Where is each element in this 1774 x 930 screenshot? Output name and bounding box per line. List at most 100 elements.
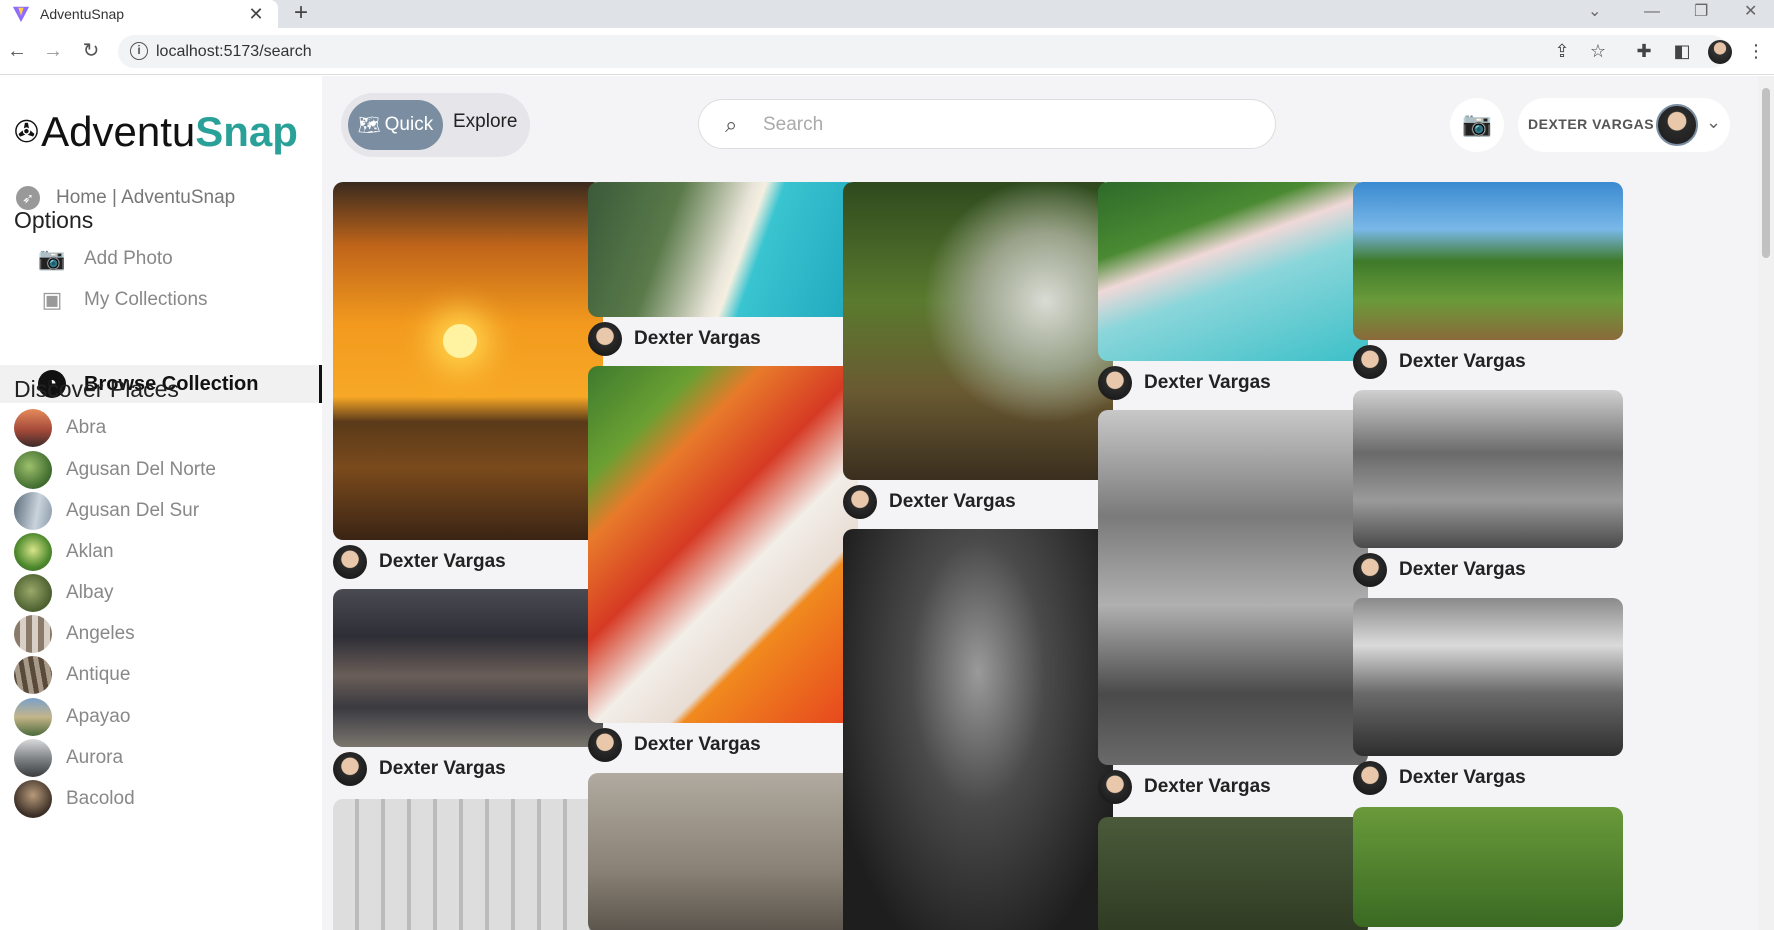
- author-name[interactable]: Dexter Vargas: [1399, 559, 1526, 581]
- site-info-icon[interactable]: i: [130, 42, 148, 60]
- photo-caption: Dexter Vargas: [1353, 548, 1623, 592]
- author-name[interactable]: Dexter Vargas: [379, 551, 506, 573]
- photo-card[interactable]: [1098, 817, 1368, 930]
- photo-card[interactable]: [843, 529, 1113, 930]
- photo-partial[interactable]: [1353, 807, 1623, 927]
- sidebar-item-label: Add Photo: [84, 248, 173, 269]
- address-bar[interactable]: i localhost:5173/search: [118, 35, 1728, 68]
- browser-profile-avatar[interactable]: [1708, 40, 1732, 64]
- add-photo-camera-button[interactable]: 📷: [1450, 98, 1504, 152]
- photo-card[interactable]: Dexter Vargas: [333, 589, 603, 791]
- restore-icon[interactable]: ❐: [1694, 0, 1708, 28]
- place-item-abra[interactable]: Abra: [14, 409, 106, 447]
- place-thumbnail: [14, 615, 52, 653]
- extensions-icon[interactable]: ✚: [1632, 39, 1656, 63]
- author-name[interactable]: Dexter Vargas: [1144, 372, 1271, 394]
- photo-sunset-kayaker[interactable]: [333, 182, 603, 540]
- photo-card[interactable]: Dexter Vargas: [1353, 182, 1623, 384]
- aperture-icon: ✇: [14, 115, 40, 149]
- photo-card[interactable]: Dexter Vargas: [1098, 182, 1368, 405]
- photo-card[interactable]: Dexter Vargas: [843, 182, 1113, 524]
- place-item-bacolod[interactable]: Bacolod: [14, 780, 135, 818]
- place-item-aurora[interactable]: Aurora: [14, 739, 123, 777]
- place-item-antique[interactable]: Antique: [14, 656, 130, 694]
- share-icon[interactable]: ⇪: [1550, 39, 1574, 63]
- explore-mode-button[interactable]: Explore: [453, 111, 517, 133]
- author-name[interactable]: Dexter Vargas: [1399, 351, 1526, 373]
- place-label: Abra: [66, 417, 107, 438]
- place-item-aklan[interactable]: Aklan: [14, 533, 114, 571]
- place-thumbnail: [14, 533, 52, 571]
- photo-market-vendor[interactable]: [1353, 598, 1623, 756]
- browser-tab[interactable]: AdventuSnap ✕: [0, 0, 278, 28]
- photo-beach-aerial[interactable]: [588, 182, 858, 317]
- photo-caption: Dexter Vargas: [588, 317, 858, 361]
- photo-group-photo[interactable]: [333, 589, 603, 747]
- place-item-apayao[interactable]: Apayao: [14, 698, 130, 736]
- photo-card[interactable]: Dexter Vargas: [588, 182, 858, 361]
- photo-partial[interactable]: [1098, 817, 1368, 930]
- photo-card[interactable]: Dexter Vargas: [1098, 410, 1368, 809]
- author-name[interactable]: Dexter Vargas: [1144, 776, 1271, 798]
- main-content: 🗺 Quick Explore ⌕ 📷 DEXTER VARGAS ⌄ D: [322, 76, 1758, 930]
- user-menu[interactable]: DEXTER VARGAS ⌄: [1518, 98, 1730, 152]
- photo-caption: Dexter Vargas: [1098, 765, 1368, 809]
- sidebar: ✇ Adventu Snap ➶ Home | AdventuSnap Optio…: [0, 76, 322, 930]
- browser-menu-icon[interactable]: ⋮: [1744, 39, 1768, 63]
- author-name[interactable]: Dexter Vargas: [1399, 767, 1526, 789]
- photo-vegetables[interactable]: [588, 366, 858, 723]
- photo-card[interactable]: [333, 799, 603, 930]
- forward-icon[interactable]: →: [38, 36, 68, 66]
- photo-card[interactable]: [588, 773, 858, 930]
- place-item-angeles[interactable]: Angeles: [14, 615, 135, 653]
- search-input[interactable]: [763, 112, 1243, 138]
- author-avatar: [1353, 761, 1387, 795]
- author-name[interactable]: Dexter Vargas: [634, 328, 761, 350]
- author-avatar: [333, 752, 367, 786]
- quick-mode-button[interactable]: 🗺 Quick: [348, 100, 443, 150]
- photo-jeepney-driver[interactable]: [1098, 410, 1368, 765]
- author-avatar: [333, 545, 367, 579]
- discover-places-heading: Discover Places: [14, 376, 179, 402]
- photo-card[interactable]: Dexter Vargas: [1353, 598, 1623, 800]
- author-name[interactable]: Dexter Vargas: [889, 491, 1016, 513]
- sidebar-item-my-collections[interactable]: ▣ My Collections: [38, 287, 208, 313]
- photo-man-making-fire[interactable]: [843, 182, 1113, 480]
- author-name[interactable]: Dexter Vargas: [379, 758, 506, 780]
- place-item-agusan-del-norte[interactable]: Agusan Del Norte: [14, 451, 216, 489]
- photo-pink-beach-aerial[interactable]: [1098, 182, 1368, 361]
- photo-card[interactable]: Dexter Vargas: [333, 182, 603, 584]
- tab-search-chevron-icon[interactable]: ⌄: [1588, 0, 1601, 28]
- bookmark-star-icon[interactable]: ☆: [1586, 39, 1610, 63]
- side-panel-icon[interactable]: ◧: [1670, 39, 1694, 63]
- photo-card[interactable]: Dexter Vargas: [588, 366, 858, 767]
- window-close-icon[interactable]: ✕: [1744, 0, 1757, 28]
- tab-title: AdventuSnap: [40, 6, 125, 22]
- tab-close-icon[interactable]: ✕: [246, 4, 266, 25]
- minimize-icon[interactable]: —: [1644, 0, 1660, 28]
- photo-card[interactable]: [1353, 807, 1623, 927]
- photo-clouds[interactable]: [588, 773, 858, 930]
- page-scrollbar[interactable]: [1758, 76, 1774, 930]
- options-heading: Options: [14, 207, 94, 233]
- place-item-albay[interactable]: Albay: [14, 574, 114, 612]
- photo-train-interior[interactable]: [843, 529, 1113, 930]
- new-tab-icon[interactable]: +: [294, 0, 308, 28]
- user-avatar: [1656, 104, 1698, 146]
- sidebar-item-add-photo[interactable]: 📷 Add Photo: [38, 246, 173, 272]
- photo-carabao-rider[interactable]: [1353, 182, 1623, 340]
- reload-icon[interactable]: ↻: [76, 36, 106, 66]
- app-logo[interactable]: ✇ Adventu Snap: [14, 108, 298, 156]
- photo-partial[interactable]: [333, 799, 603, 930]
- photo-market-street[interactable]: [1353, 390, 1623, 548]
- place-item-agusan-del-sur[interactable]: Agusan Del Sur: [14, 492, 199, 530]
- back-icon[interactable]: ←: [2, 36, 32, 66]
- photo-caption: Dexter Vargas: [1353, 756, 1623, 800]
- chevron-down-icon[interactable]: ⌄: [1706, 112, 1721, 133]
- author-name[interactable]: Dexter Vargas: [634, 734, 761, 756]
- photo-card[interactable]: Dexter Vargas: [1353, 390, 1623, 592]
- map-icon: 🗺: [357, 114, 381, 135]
- place-thumbnail: [14, 451, 52, 489]
- add-photo-icon: 📷: [38, 246, 66, 271]
- scrollbar-thumb[interactable]: [1762, 88, 1770, 258]
